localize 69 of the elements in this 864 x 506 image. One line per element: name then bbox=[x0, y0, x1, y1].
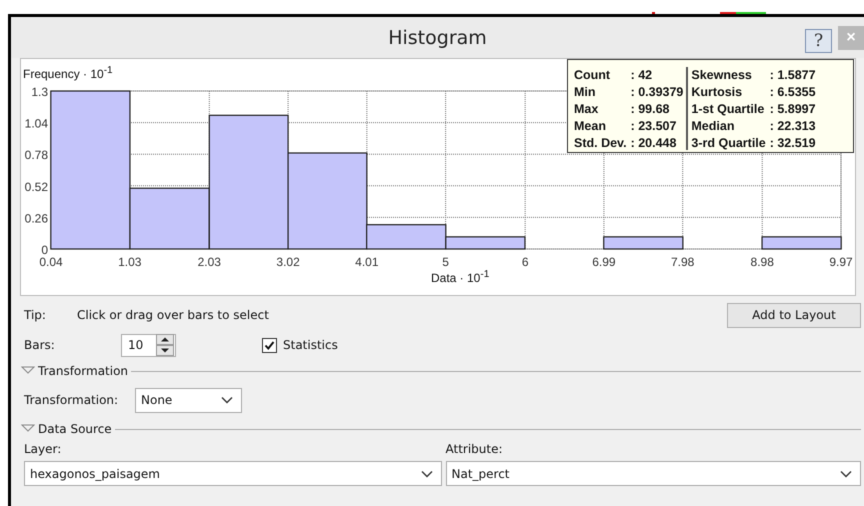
chevron-down-icon[interactable] bbox=[840, 470, 852, 478]
attribute-dropdown[interactable]: Nat_perct bbox=[446, 461, 861, 486]
layer-label: Layer: bbox=[24, 442, 62, 456]
histogram-bar[interactable] bbox=[445, 236, 526, 250]
y-tick-label: 0 bbox=[41, 243, 48, 257]
spin-up-icon[interactable] bbox=[156, 334, 174, 345]
statistic-label: Max bbox=[574, 101, 600, 117]
window-title: Histogram bbox=[388, 26, 487, 48]
x-axis-label: Data · 10$^{-1}$ bbox=[431, 269, 490, 285]
x-tick-label: 6.99 bbox=[592, 255, 616, 269]
tip-label: Tip: bbox=[24, 308, 47, 322]
help-button[interactable]: ? bbox=[805, 29, 832, 53]
statistic-label: Count bbox=[574, 67, 612, 83]
x-tick-label: 8.98 bbox=[750, 255, 774, 269]
histogram-bar[interactable] bbox=[50, 90, 131, 250]
histogram-bar[interactable] bbox=[287, 152, 368, 250]
histogram-bar[interactable] bbox=[129, 188, 210, 250]
statistic-value: : 32.519 bbox=[770, 135, 816, 151]
statistic-value: : 20.448 bbox=[630, 135, 678, 151]
x-tick-label: 0.04 bbox=[39, 255, 63, 269]
x-tick-label: 1.03 bbox=[118, 255, 142, 269]
group-title: Data Source bbox=[38, 422, 112, 436]
statistic-label: Std. Dev. bbox=[574, 135, 627, 151]
statistic-value: : 99.68 bbox=[630, 101, 670, 117]
histogram-bar[interactable] bbox=[761, 236, 842, 250]
bars-spinbox[interactable]: 10 bbox=[121, 334, 176, 356]
transformation-dropdown[interactable]: None bbox=[135, 388, 242, 412]
spin-down-icon[interactable] bbox=[156, 345, 174, 356]
bars-label: Bars: bbox=[24, 338, 56, 352]
transformation-label: Transformation: bbox=[24, 393, 120, 407]
x-tick-label: 6 bbox=[522, 255, 528, 269]
statistic-value: : 0.39379 bbox=[630, 84, 684, 100]
attribute-label: Attribute: bbox=[446, 442, 504, 456]
statistic-value: : 42 bbox=[630, 67, 654, 83]
y-tick-label: 0.78 bbox=[24, 148, 48, 162]
add-to-layout-button[interactable]: Add to Layout bbox=[727, 302, 861, 328]
layer-dropdown[interactable]: hexagonos_paisagem bbox=[24, 461, 442, 486]
statistic-label: Min bbox=[574, 84, 597, 100]
x-tick-label: 5 bbox=[442, 255, 449, 269]
statistic-value: : 23.507 bbox=[630, 118, 678, 134]
x-tick-label: 4.01 bbox=[355, 255, 379, 269]
y-tick-label: 1.04 bbox=[24, 116, 48, 131]
statistics-label: Statistics bbox=[283, 338, 338, 352]
y-tick-label: 1.3 bbox=[31, 85, 48, 99]
x-tick-label: 2.03 bbox=[198, 255, 221, 269]
statistic-value: : 5.8997 bbox=[770, 101, 816, 117]
histogram-bar[interactable] bbox=[603, 236, 684, 250]
histogram-bar[interactable] bbox=[366, 224, 446, 250]
y-axis-label: Frequency · 10$^{-1}$ bbox=[23, 65, 113, 81]
statistic-value: : 6.5355 bbox=[770, 84, 816, 100]
statistic-label: Skewness bbox=[691, 67, 753, 83]
statistic-value: : 22.313 bbox=[770, 118, 816, 134]
x-tick-label: 3.02 bbox=[276, 255, 300, 269]
x-tick-label: 9.97 bbox=[829, 255, 853, 269]
y-tick-label: 0.26 bbox=[24, 211, 48, 226]
statistic-label: Kurtosis bbox=[691, 84, 744, 100]
chevron-down-icon[interactable] bbox=[221, 396, 233, 404]
statistic-label: 1-st Quartile bbox=[691, 101, 766, 117]
statistic-label: 3-rd Quartile bbox=[691, 135, 766, 151]
statistic-value: : 1.5877 bbox=[770, 67, 816, 83]
tip-text: Click or drag over bars to select bbox=[77, 308, 269, 322]
chevron-down-icon[interactable] bbox=[420, 470, 432, 478]
x-tick-label: 7.98 bbox=[671, 255, 694, 269]
statistic-label: Mean bbox=[574, 118, 607, 134]
y-tick-label: 0.52 bbox=[24, 180, 48, 194]
group-title: Transformation bbox=[38, 364, 128, 378]
histogram-bar[interactable] bbox=[208, 114, 289, 250]
statistics-checkbox[interactable] bbox=[262, 338, 277, 352]
statistic-label: Median bbox=[691, 118, 736, 134]
